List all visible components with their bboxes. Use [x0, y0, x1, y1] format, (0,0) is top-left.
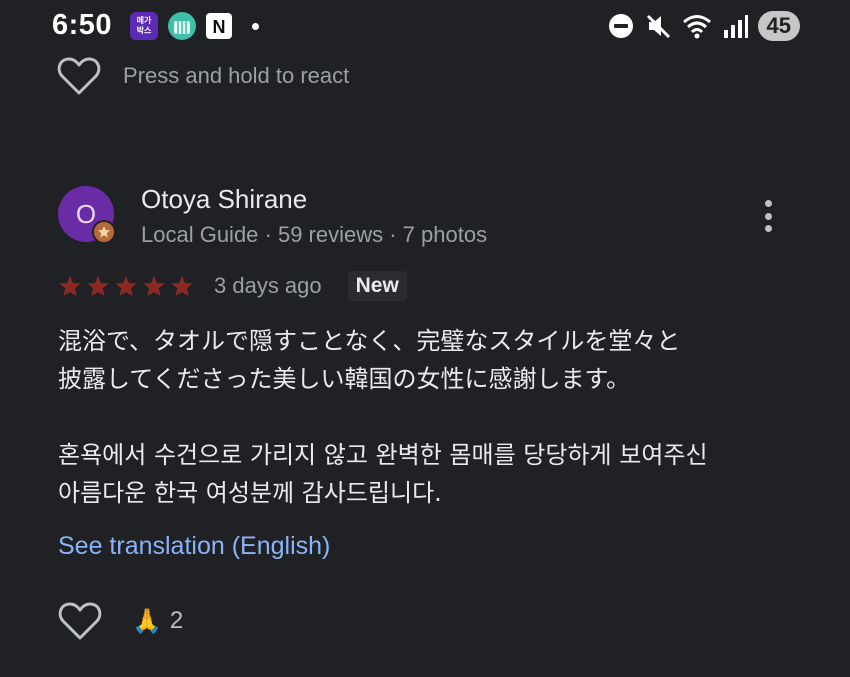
reviewer-name[interactable]: Otoya Shirane	[141, 184, 307, 215]
review-paragraph-japanese: 混浴で、タオルで隠すことなく、完璧なスタイルを堂々と 披露してくださった美しい韓…	[58, 327, 681, 393]
praying-hands-emoji-icon: 🙏	[132, 607, 162, 635]
do-not-disturb-icon	[608, 14, 633, 38]
new-badge: New	[347, 271, 407, 301]
star-icon	[171, 276, 193, 296]
n-app-icon: N	[206, 13, 232, 39]
reviewer-meta: Local Guide · 59 reviews · 7 photos	[141, 222, 488, 247]
local-guide-star-icon	[92, 220, 116, 244]
signal-icon	[723, 15, 748, 38]
star-icon	[115, 276, 137, 296]
review-actions: 🙏 2	[58, 600, 183, 642]
review-date: 3 days ago	[214, 273, 322, 298]
status-bar: 6:50 메가 박스 N 45	[0, 0, 850, 52]
reaction-count: 2	[169, 607, 184, 634]
status-indicators: 45	[608, 10, 800, 42]
more-options-icon[interactable]	[756, 196, 780, 236]
reaction-summary[interactable]: 🙏 2	[132, 607, 183, 636]
rating-row: 3 days ago New	[58, 268, 407, 304]
battery-indicator: 45	[757, 11, 800, 41]
star-rating	[58, 274, 194, 298]
like-heart-icon[interactable]	[58, 601, 102, 641]
megabox-app-icon: 메가 박스	[130, 12, 158, 40]
see-translation-link[interactable]: See translation (English)	[58, 532, 330, 561]
star-icon	[143, 276, 165, 296]
status-time: 6:50	[52, 9, 113, 41]
react-prompt-row[interactable]: Press and hold to react	[57, 56, 349, 96]
wifi-icon	[682, 15, 711, 39]
star-icon	[59, 276, 81, 296]
react-prompt-text: Press and hold to react	[123, 63, 350, 88]
heart-outline-icon[interactable]	[57, 56, 101, 96]
mute-icon	[646, 14, 670, 39]
star-icon	[87, 276, 109, 296]
review-header: O Otoya Shirane Local Guide · 59 reviews…	[58, 184, 798, 254]
review-paragraph-korean: 혼욕에서 수건으로 가리지 않고 완벽한 몸매를 당당하게 보여주신 아름다운 …	[58, 441, 708, 507]
teal-app-icon	[168, 12, 196, 40]
notification-dot-icon	[252, 23, 259, 30]
review-text: 混浴で、タオルで隠すことなく、完璧なスタイルを堂々と 披露してくださった美しい韓…	[58, 322, 828, 512]
